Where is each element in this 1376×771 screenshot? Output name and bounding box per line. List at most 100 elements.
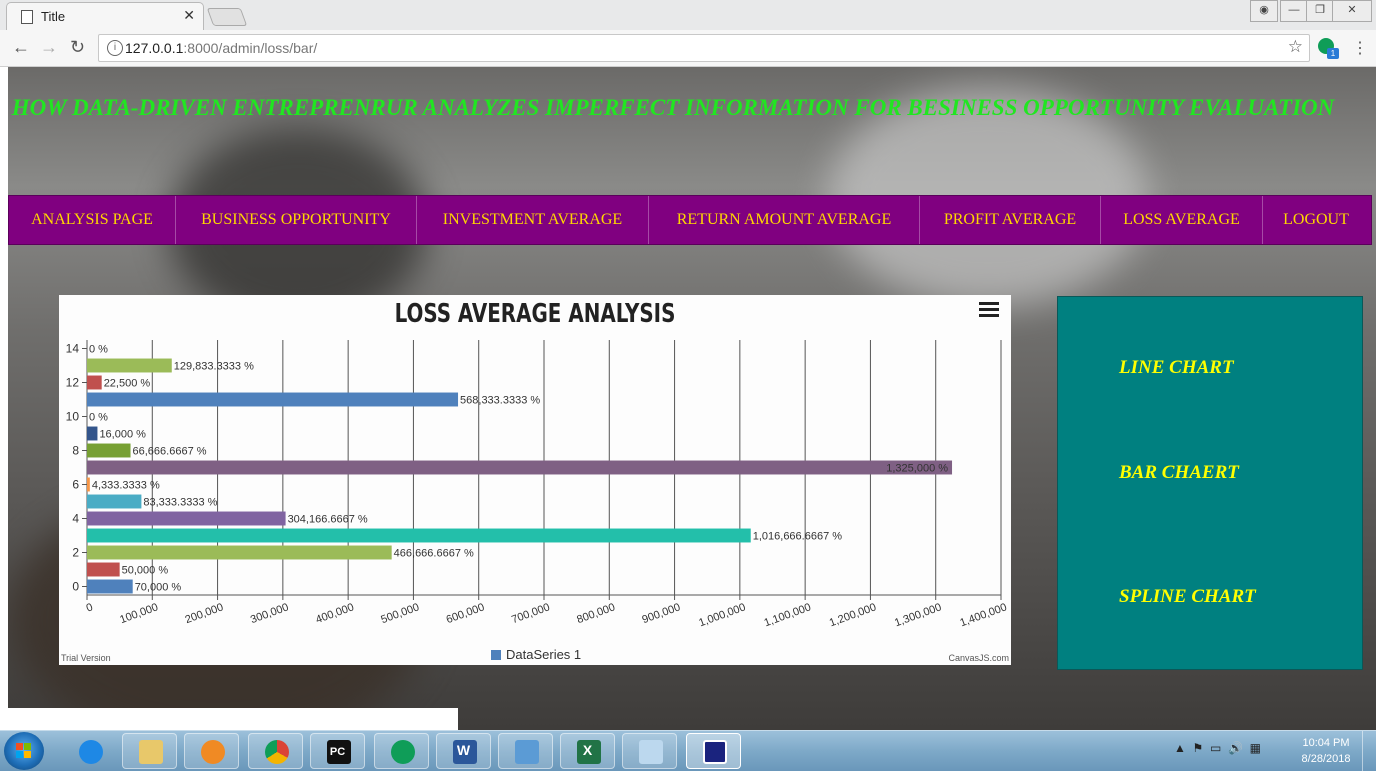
- photo-viewer-icon[interactable]: [498, 733, 553, 769]
- nav-analysis-page[interactable]: ANALYSIS PAGE: [9, 196, 176, 244]
- bar-value-label: 466,666.6667 %: [394, 548, 474, 560]
- bar: [87, 443, 131, 458]
- x-tick-label: 200,000: [184, 601, 225, 626]
- canvasjs-credit[interactable]: CanvasJS.com: [948, 653, 1009, 663]
- bar: [87, 392, 459, 407]
- profile-icon[interactable]: ◉: [1250, 0, 1278, 22]
- y-tick-label: 12: [66, 376, 80, 390]
- bookmark-star-icon[interactable]: ☆: [1288, 37, 1303, 57]
- loss-average-chart: 0 100,000 200,000 300,000 400,000 500,000 600,…: [59, 295, 1011, 665]
- x-tick-label: 1,200,000: [828, 601, 878, 629]
- nav-profit-average[interactable]: PROFIT AVERAGE: [920, 196, 1101, 244]
- y-tick-label: 0: [72, 580, 79, 594]
- close-window-button[interactable]: ✕: [1332, 0, 1372, 22]
- y-tick-label: 10: [66, 410, 80, 424]
- explorer-icon[interactable]: [122, 733, 177, 769]
- main-nav: ANALYSIS PAGE BUSINESS OPPORTUNITY INVES…: [8, 195, 1372, 245]
- taskbar-clock[interactable]: 10:04 PM 8/28/2018: [1296, 735, 1356, 767]
- page-title: HOW DATA-DRIVEN ENTREPRENRUR ANALYZES IM…: [11, 95, 1335, 120]
- x-tick-label: 600,000: [445, 601, 486, 626]
- x-tick-label: 500,000: [379, 601, 420, 626]
- start-button[interactable]: [4, 732, 44, 770]
- show-desktop-button[interactable]: [1362, 731, 1376, 771]
- hangouts-icon[interactable]: [374, 733, 429, 769]
- browser-tab-strip: Title ✕ ◉ — ❐ ✕: [0, 0, 1376, 31]
- bar: [87, 511, 286, 526]
- bar: [87, 494, 142, 509]
- bar: [87, 375, 102, 390]
- bar-value-label: 4,333.3333 %: [92, 480, 160, 492]
- x-tick-label: 700,000: [510, 601, 551, 626]
- back-icon[interactable]: ←: [12, 37, 30, 58]
- tab-close-icon[interactable]: ✕: [183, 7, 195, 24]
- bar: [87, 562, 120, 577]
- nav-logout[interactable]: LOGOUT: [1263, 196, 1369, 244]
- windows-taskbar: PC W X ▲ ⚑ ▭ 🔊 ▦ 10:04 PM 8/28/2018: [0, 730, 1376, 771]
- x-tick-label: 1,100,000: [763, 601, 813, 629]
- spline-chart-link[interactable]: SPLINE CHART: [1119, 586, 1256, 608]
- url-path: :8000/admin/loss/bar/: [183, 40, 318, 56]
- system-tray[interactable]: ▲ ⚑ ▭ 🔊 ▦: [1174, 741, 1261, 755]
- bar: [87, 579, 133, 594]
- excel-icon[interactable]: X: [560, 733, 615, 769]
- minimize-button[interactable]: —: [1280, 0, 1308, 22]
- chart-type-panel: LINE CHART BAR CHAERT SPLINE CHART: [1057, 296, 1363, 670]
- tab-title: Title: [41, 9, 66, 24]
- x-tick-label: 1,300,000: [893, 601, 943, 629]
- legend-swatch: [491, 650, 501, 660]
- chart-title: LOSS AVERAGE ANALYSIS: [394, 299, 676, 329]
- browser-menu-icon[interactable]: ⋮: [1352, 38, 1368, 58]
- bar-value-label: 66,666.6667 %: [133, 446, 207, 458]
- address-bar[interactable]: i 127.0.0.1:8000/admin/loss/bar/ ☆: [98, 34, 1310, 62]
- bar-value-label: 568,333.3333 %: [460, 395, 540, 407]
- bar-value-label: 22,500 %: [104, 378, 151, 390]
- y-tick-label: 4: [72, 512, 79, 526]
- clock-time: 10:04 PM: [1302, 737, 1350, 749]
- nav-investment-average[interactable]: INVESTMENT AVERAGE: [417, 196, 649, 244]
- notepad-icon[interactable]: [622, 733, 677, 769]
- page-icon: [21, 10, 33, 24]
- browser-tab[interactable]: Title ✕: [6, 2, 204, 30]
- nav-loss-average[interactable]: LOSS AVERAGE: [1101, 196, 1263, 244]
- x-tick-label: 300,000: [249, 601, 290, 626]
- bar: [87, 426, 98, 441]
- restore-button[interactable]: ❐: [1306, 0, 1334, 22]
- url-text: 127.0.0.1:8000/admin/loss/bar/: [125, 40, 317, 56]
- y-tick-label: 8: [72, 444, 79, 458]
- windows-logo-icon: [16, 743, 32, 759]
- chrome-icon[interactable]: [248, 733, 303, 769]
- bar: [87, 477, 90, 492]
- new-tab-button[interactable]: [206, 8, 248, 26]
- bar-value-label: 50,000 %: [122, 565, 169, 577]
- clock-date: 8/28/2018: [1301, 753, 1351, 765]
- x-tick-label: 1,400,000: [958, 601, 1008, 629]
- nav-return-amount-average[interactable]: RETURN AMOUNT AVERAGE: [649, 196, 920, 244]
- chart-menu-icon[interactable]: [979, 302, 999, 320]
- bar: [87, 528, 751, 543]
- bar: [87, 460, 953, 475]
- browser-toolbar: ← → ↻ i 127.0.0.1:8000/admin/loss/bar/ ☆: [0, 30, 1376, 67]
- forward-icon[interactable]: →: [40, 37, 58, 58]
- legend-label: DataSeries 1: [506, 647, 582, 662]
- bar-value-label: 129,833.3333 %: [174, 361, 254, 373]
- nav-business-opportunity[interactable]: BUSINESS OPPORTUNITY: [176, 196, 417, 244]
- trial-version-label: Trial Version: [61, 653, 111, 663]
- word-icon[interactable]: W: [436, 733, 491, 769]
- line-chart-link[interactable]: LINE CHART: [1119, 357, 1234, 379]
- chart-legend[interactable]: DataSeries 1: [491, 647, 581, 662]
- bar-value-label: 83,333.3333 %: [143, 497, 217, 509]
- page-content: HOW DATA-DRIVEN ENTREPRENRUR ANALYZES IM…: [8, 67, 1376, 730]
- bar-value-label: 0 %: [89, 412, 108, 424]
- x-tick-label: 0: [85, 601, 95, 614]
- remote-app-icon[interactable]: [686, 733, 741, 769]
- pycharm-icon[interactable]: PC: [310, 733, 365, 769]
- ie-icon[interactable]: [62, 733, 117, 769]
- media-player-icon[interactable]: [184, 733, 239, 769]
- info-icon[interactable]: i: [107, 40, 123, 56]
- bar-chart-link[interactable]: BAR CHAERT: [1119, 462, 1239, 484]
- extension-badge: 1: [1327, 48, 1339, 59]
- bar-value-label: 70,000 %: [135, 582, 182, 594]
- y-tick-label: 6: [72, 478, 79, 492]
- x-tick-label: 800,000: [575, 601, 616, 626]
- reload-icon[interactable]: ↻: [70, 37, 85, 58]
